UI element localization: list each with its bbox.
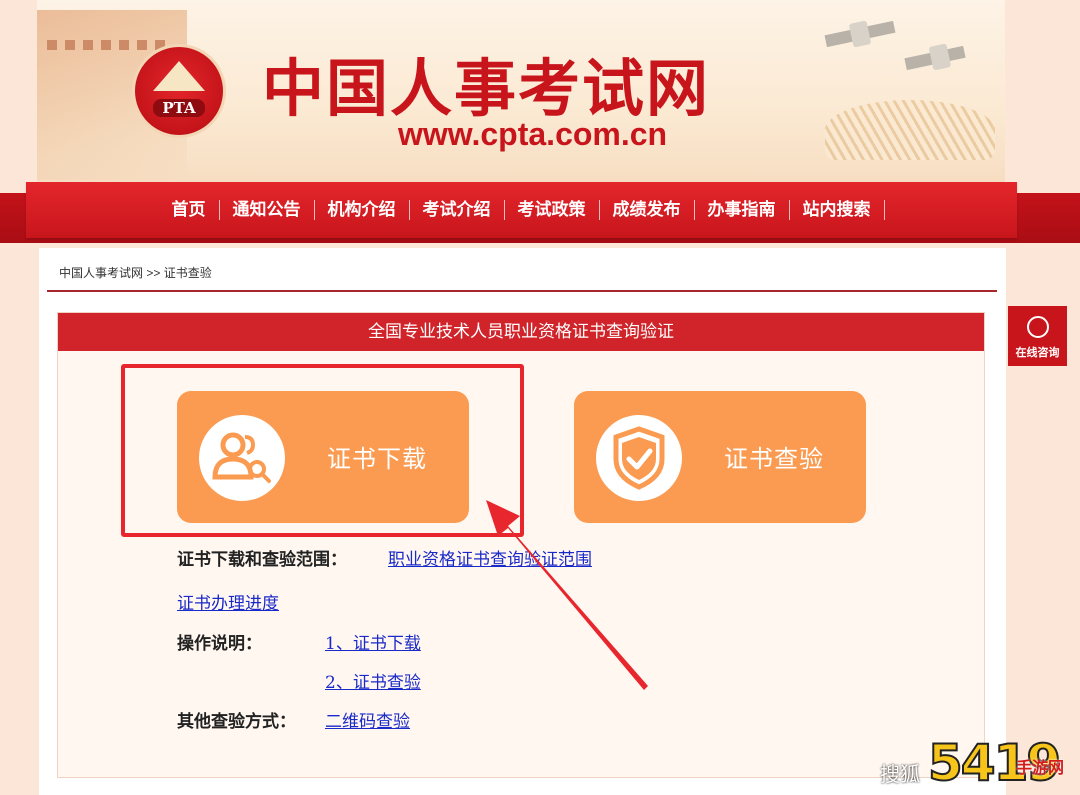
satellite-graphic	[824, 20, 896, 48]
certificate-box: 全国专业技术人员职业资格证书查询验证 证书下载 证书查验 证书下载和查验范围： …	[57, 312, 985, 778]
content-panel: 中国人事考试网 >> 证书查验 全国专业技术人员职业资格证书查询验证 证书下载	[39, 248, 1006, 795]
site-title: 中国人事考试网	[262, 52, 711, 125]
main-nav: 首页 通知公告 机构介绍 考试介绍 考试政策 成绩发布 办事指南 站内搜索	[26, 182, 1017, 238]
instruction-verify-link[interactable]: 2、证书查验	[325, 668, 421, 693]
logo-text: PTA	[153, 99, 205, 117]
instructions-label: 操作说明：	[177, 634, 262, 654]
nav-item-guide[interactable]: 办事指南	[695, 200, 790, 220]
consult-label: 在线咨询	[1015, 346, 1060, 359]
watermark-logo: 5419 手游网	[927, 733, 1078, 793]
site-url: www.cpta.com.cn	[398, 116, 668, 152]
user-search-icon	[199, 415, 285, 501]
nav-item-policy[interactable]: 考试政策	[505, 200, 600, 220]
breadcrumb: 中国人事考试网 >> 证书查验	[59, 264, 212, 281]
box-title: 全国专业技术人员职业资格证书查询验证	[58, 313, 984, 351]
qr-verify-link[interactable]: 二维码查验	[325, 707, 410, 732]
breadcrumb-separator: >>	[146, 266, 161, 280]
stadium-graphic	[825, 100, 995, 160]
logo-triangle	[153, 61, 205, 91]
nav-item-search[interactable]: 站内搜索	[790, 200, 885, 220]
nav-item-about[interactable]: 机构介绍	[315, 200, 410, 220]
instruction-download-link[interactable]: 1、证书下载	[325, 629, 421, 654]
nav-item-notices[interactable]: 通知公告	[220, 200, 315, 220]
watermark-text: 搜狐	[880, 762, 920, 786]
certificate-download-button[interactable]: 证书下载	[177, 391, 469, 523]
shield-check-icon	[596, 415, 682, 501]
satellite-graphic	[904, 45, 966, 71]
breadcrumb-current: 证书查验	[163, 266, 212, 280]
nav-item-results[interactable]: 成绩发布	[600, 200, 695, 220]
headset-icon	[1027, 316, 1049, 338]
nav-item-home[interactable]: 首页	[159, 200, 220, 220]
scope-label: 证书下载和查验范围：	[177, 550, 347, 570]
progress-link[interactable]: 证书办理进度	[177, 589, 279, 614]
breadcrumb-divider	[47, 290, 997, 292]
scope-link[interactable]: 职业资格证书查询验证范围	[388, 545, 592, 570]
certificate-verify-button[interactable]: 证书查验	[574, 391, 866, 523]
nav-item-exams[interactable]: 考试介绍	[410, 200, 505, 220]
watermark-site: 手游网	[1016, 758, 1065, 777]
card-label: 证书查验	[724, 445, 824, 473]
card-label: 证书下载	[327, 445, 427, 473]
pta-logo[interactable]: PTA	[132, 44, 226, 138]
online-consult-button[interactable]: 在线咨询	[1008, 306, 1067, 366]
other-methods-label: 其他查验方式：	[177, 712, 296, 732]
breadcrumb-home[interactable]: 中国人事考试网	[59, 266, 143, 280]
